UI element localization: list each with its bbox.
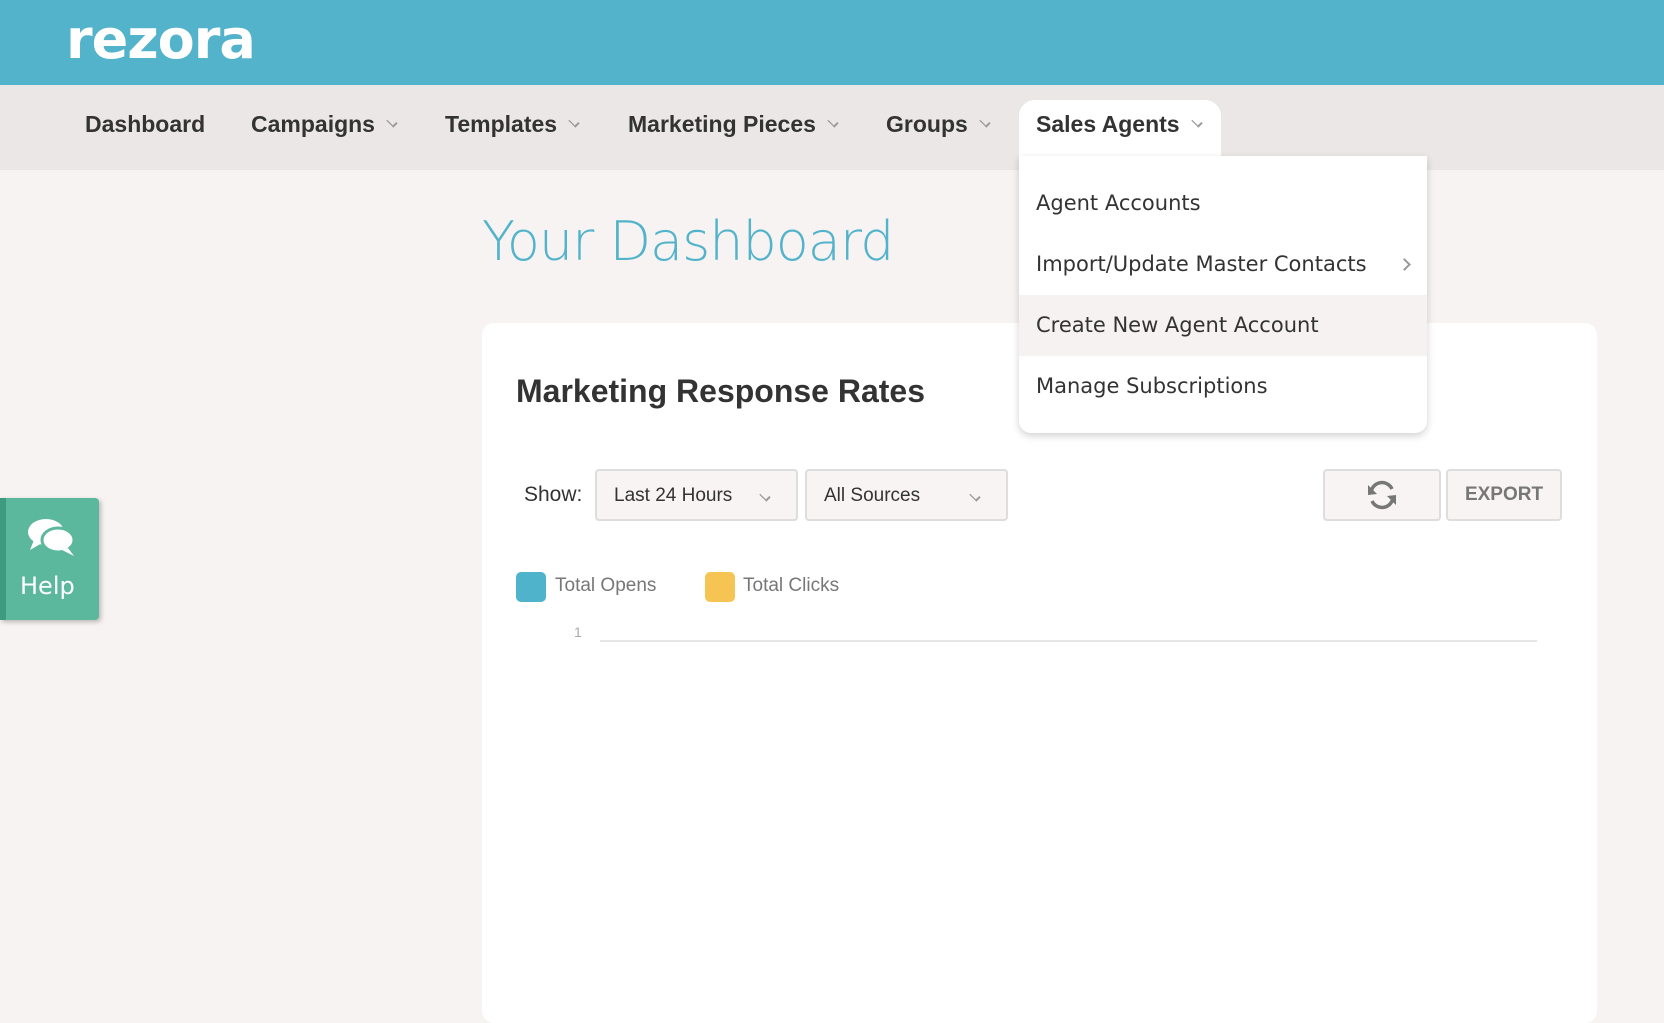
nav-templates[interactable]: Templates xyxy=(445,111,580,138)
y-tick-label: 1 xyxy=(574,624,582,640)
nav-campaigns[interactable]: Campaigns xyxy=(251,111,398,138)
rezora-logo[interactable]: rezora xyxy=(66,8,256,71)
chevron-down-icon xyxy=(827,116,839,128)
menu-label: Create New Agent Account xyxy=(1036,313,1319,337)
menu-item-import-update-master-contacts[interactable]: Import/Update Master Contacts xyxy=(1019,234,1427,295)
legend-total-opens: Total Opens xyxy=(555,575,657,596)
export-button[interactable]: EXPORT xyxy=(1446,469,1562,521)
refresh-button[interactable] xyxy=(1323,469,1441,521)
menu-label: Import/Update Master Contacts xyxy=(1036,252,1367,276)
chevron-right-icon xyxy=(1398,258,1411,271)
page-title: Your Dashboard xyxy=(482,210,894,273)
show-label: Show: xyxy=(524,483,583,506)
chevron-down-icon xyxy=(759,490,771,502)
nav-marketing-pieces[interactable]: Marketing Pieces xyxy=(628,111,839,138)
chevron-down-icon xyxy=(969,490,981,502)
chart-gridline xyxy=(600,640,1537,642)
menu-item-agent-accounts[interactable]: Agent Accounts xyxy=(1019,173,1427,234)
nav-groups[interactable]: Groups xyxy=(886,111,991,138)
nav-sales-agents[interactable]: Sales Agents xyxy=(1036,111,1203,138)
card-title: Marketing Response Rates xyxy=(516,373,926,409)
refresh-icon xyxy=(1368,480,1396,510)
menu-label: Agent Accounts xyxy=(1036,191,1201,215)
chevron-down-icon xyxy=(386,116,398,128)
chevron-down-icon xyxy=(1190,116,1203,128)
select-value: All Sources xyxy=(824,485,921,506)
legend-total-clicks: Total Clicks xyxy=(743,575,840,596)
nav-label: Marketing Pieces xyxy=(628,111,816,137)
help-label: Help xyxy=(20,572,75,600)
legend-swatch-total-clicks xyxy=(705,572,735,602)
top-header: rezora xyxy=(0,0,1664,85)
select-value: Last 24 Hours xyxy=(614,485,733,506)
nav-label: Campaigns xyxy=(251,111,375,137)
nav-dashboard[interactable]: Dashboard xyxy=(85,111,205,138)
nav-label: Groups xyxy=(886,111,968,137)
nav-label: Sales Agents xyxy=(1036,111,1180,137)
help-widget[interactable]: Help xyxy=(0,498,99,620)
menu-item-manage-subscriptions[interactable]: Manage Subscriptions xyxy=(1019,356,1427,417)
source-select[interactable]: All Sources xyxy=(805,469,1008,521)
time-range-select[interactable]: Last 24 Hours xyxy=(595,469,798,521)
nav-label: Templates xyxy=(445,111,558,137)
menu-label: Manage Subscriptions xyxy=(1036,374,1268,398)
chevron-down-icon xyxy=(568,116,580,128)
chat-bubbles-icon xyxy=(28,519,76,556)
nav-label: Dashboard xyxy=(85,111,206,137)
legend-swatch-total-opens xyxy=(516,572,546,602)
menu-item-create-new-agent-account[interactable]: Create New Agent Account xyxy=(1019,295,1427,356)
chevron-down-icon xyxy=(979,116,991,128)
sales-agents-dropdown: Agent Accounts Import/Update Master Cont… xyxy=(1019,156,1427,433)
